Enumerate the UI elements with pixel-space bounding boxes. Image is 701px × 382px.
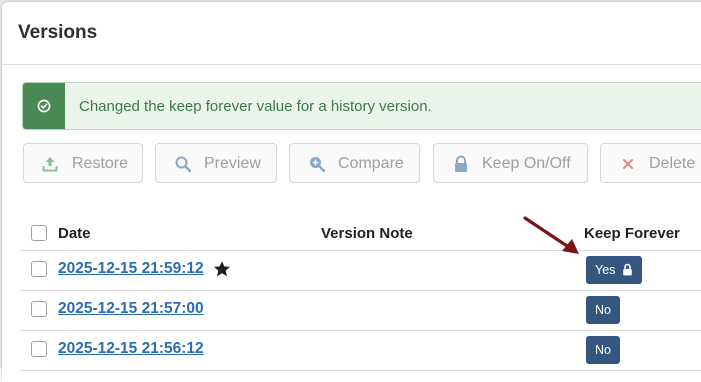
keep-forever-label: No — [595, 303, 611, 317]
preview-button[interactable]: Preview — [155, 143, 277, 183]
column-header-version-note: Version Note — [321, 225, 413, 242]
row-checkbox[interactable] — [31, 261, 47, 277]
column-header-keep-forever: Keep Forever — [584, 225, 680, 242]
preview-label: Preview — [204, 155, 261, 172]
restore-icon — [42, 157, 58, 172]
keep-forever-label: No — [595, 343, 611, 357]
versions-dialog: Versions Changed the keep forever value … — [2, 2, 701, 382]
table-row: 2025-12-15 21:57:00 No — [20, 291, 701, 331]
version-date-link[interactable]: 2025-12-15 21:57:00 — [58, 300, 204, 318]
dialog-title: Versions — [18, 22, 98, 43]
keep-forever-yes-button[interactable]: Yes — [586, 256, 642, 284]
dialog-header: Versions — [2, 2, 701, 65]
lock-icon — [455, 155, 467, 172]
row-checkbox[interactable] — [31, 301, 47, 317]
keep-forever-label: Yes — [595, 263, 616, 277]
column-header-date: Date — [58, 225, 91, 242]
star-icon — [214, 261, 230, 277]
keep-forever-no-button[interactable]: No — [586, 296, 620, 324]
close-icon — [623, 159, 633, 169]
check-circle-icon — [37, 99, 51, 113]
restore-label: Restore — [72, 155, 129, 172]
table-header: Date Version Note Keep Forever — [20, 214, 701, 251]
compare-button[interactable]: Compare — [289, 143, 420, 183]
keep-on-off-label: Keep On/Off — [482, 155, 571, 172]
delete-label: Delete — [649, 155, 696, 172]
keep-forever-no-button[interactable]: No — [586, 336, 620, 364]
select-all-checkbox[interactable] — [31, 225, 47, 241]
keep-on-off-button[interactable]: Keep On/Off — [433, 143, 588, 183]
row-checkbox[interactable] — [31, 341, 47, 357]
zoom-in-icon — [310, 157, 326, 173]
delete-button[interactable]: Delete — [600, 143, 701, 183]
version-date-link[interactable]: 2025-12-15 21:59:12 — [58, 260, 204, 278]
table-row: 2025-12-15 21:59:12 Yes — [20, 251, 701, 291]
alert-message: Changed the keep forever value for a his… — [79, 98, 432, 115]
lock-icon — [623, 263, 632, 276]
success-alert: Changed the keep forever value for a his… — [22, 82, 701, 130]
annotation-arrow — [523, 216, 579, 254]
version-date-link[interactable]: 2025-12-15 21:56:12 — [58, 340, 204, 358]
search-icon — [175, 156, 192, 173]
compare-label: Compare — [338, 155, 404, 172]
alert-icon-box — [23, 83, 65, 129]
table-row: 2025-12-15 21:56:12 No — [20, 331, 701, 371]
restore-button[interactable]: Restore — [23, 143, 143, 183]
